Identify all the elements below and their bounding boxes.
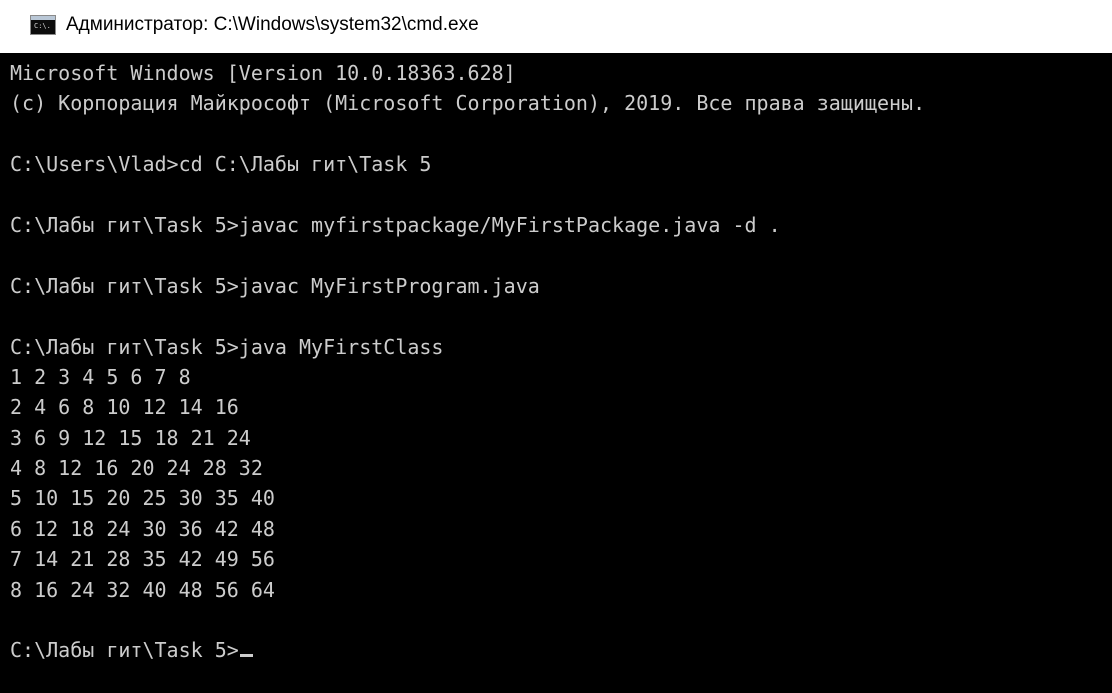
cmd-window: C:\. Администратор: C:\Windows\system32\…: [0, 0, 1112, 693]
current-prompt: C:\Лабы гит\Task 5>: [10, 638, 239, 663]
title-bar[interactable]: C:\. Администратор: C:\Windows\system32\…: [0, 0, 1112, 53]
console-line: C:\Лабы гит\Task 5>java MyFirstClass: [10, 334, 444, 359]
console-lines: Microsoft Windows [Version 10.0.18363.62…: [10, 58, 1112, 635]
prompt-line[interactable]: C:\Лабы гит\Task 5>: [10, 635, 1112, 665]
console-line: C:\Users\Vlad>cd C:\Лабы гит\Task 5: [10, 152, 432, 177]
text-cursor: [239, 654, 253, 658]
console-line: 5 10 15 20 25 30 35 40: [10, 486, 275, 511]
cmd-icon[interactable]: C:\.: [30, 15, 56, 35]
console-line: 6 12 18 24 30 36 42 48: [10, 516, 275, 541]
window-title: Администратор: C:\Windows\system32\cmd.e…: [66, 14, 479, 35]
cmd-icon-bar: [31, 16, 55, 20]
console-line: 7 14 21 28 35 42 49 56: [10, 547, 275, 572]
console-line: Microsoft Windows [Version 10.0.18363.62…: [10, 61, 516, 85]
console-line: C:\Лабы гит\Task 5>javac MyFirstProgram.…: [10, 273, 540, 298]
console-line: 4 8 12 16 20 24 28 32: [10, 456, 263, 481]
cmd-icon-glyph: C:\.: [34, 22, 51, 30]
console-line: 8 16 24 32 40 48 56 64: [10, 577, 275, 602]
console-output[interactable]: Microsoft Windows [Version 10.0.18363.62…: [10, 58, 1112, 693]
console-line: 3 6 9 12 15 18 21 24: [10, 425, 251, 450]
console-line: 1 2 3 4 5 6 7 8: [10, 364, 191, 389]
console-line: (c) Корпорация Майкрософт (Microsoft Cor…: [10, 91, 926, 116]
console-line: C:\Лабы гит\Task 5>javac myfirstpackage/…: [10, 212, 781, 237]
console-line: 2 4 6 8 10 12 14 16: [10, 395, 239, 420]
